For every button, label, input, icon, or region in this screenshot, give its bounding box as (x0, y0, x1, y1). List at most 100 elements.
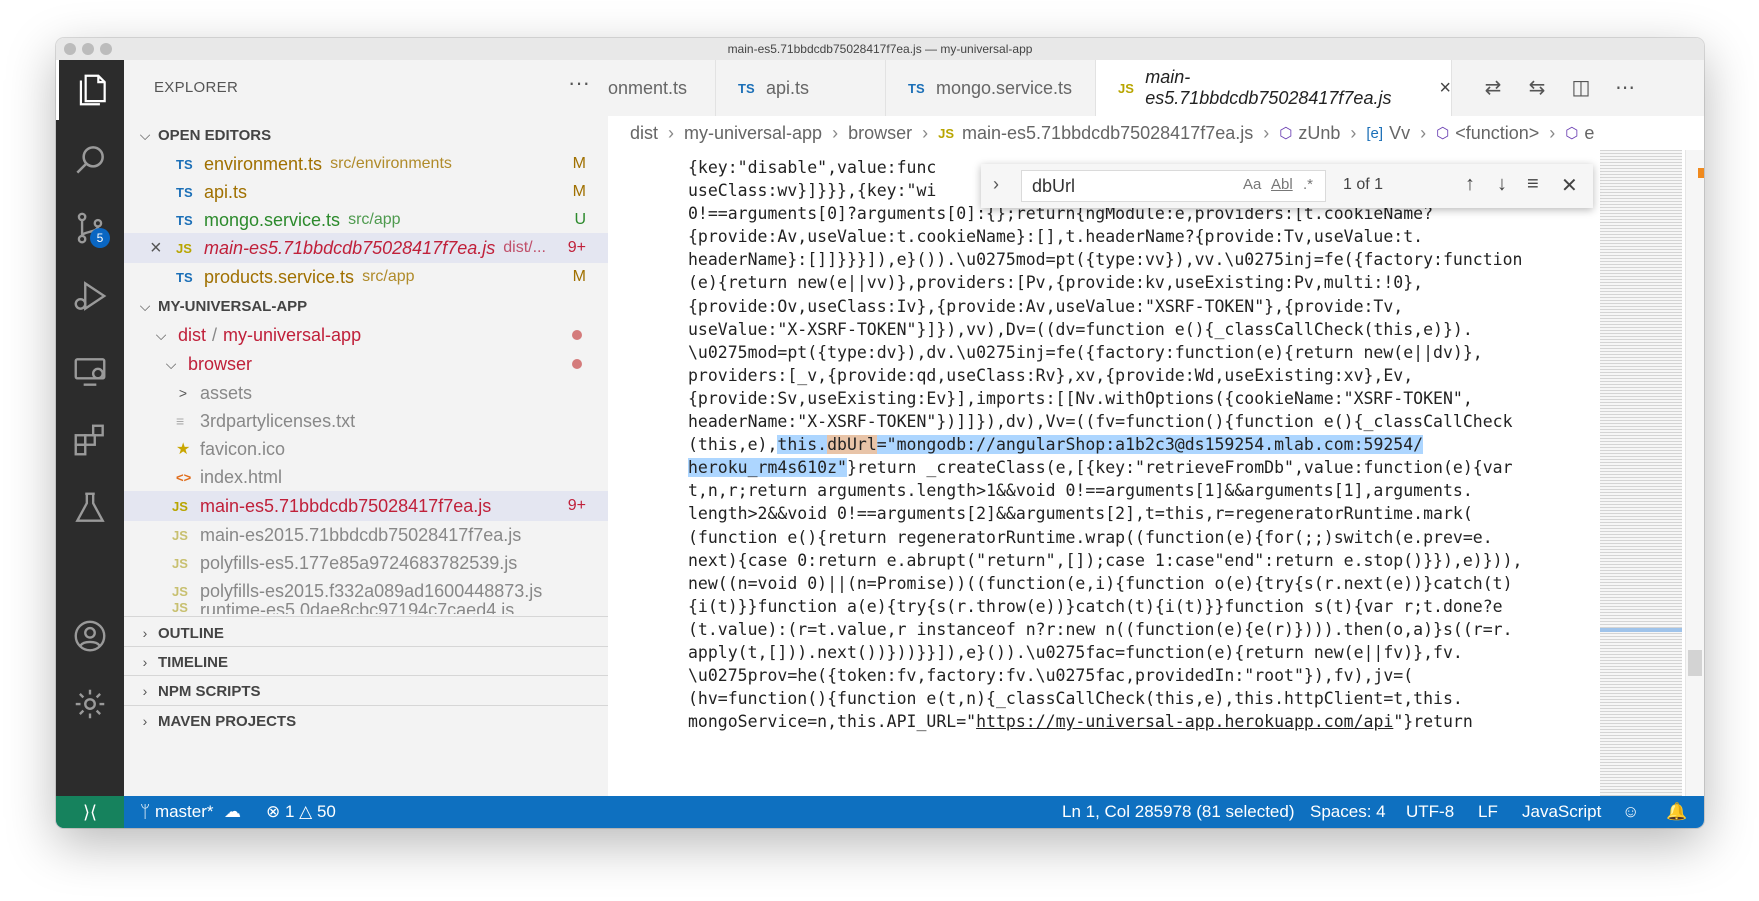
folder-browser[interactable]: ⌵ browser (124, 349, 608, 379)
regex-toggle[interactable]: .* (1303, 176, 1313, 193)
explorer-more-button[interactable]: ··· (568, 70, 590, 96)
remote-icon: ⟩⟨ (82, 801, 98, 822)
outline-section[interactable]: › OUTLINE (124, 618, 608, 648)
match-count: 1 of 1 (1343, 176, 1384, 193)
npm-scripts-section[interactable]: › NPM SCRIPTS (124, 676, 608, 706)
branch-status[interactable]: ᛘ master* (140, 802, 214, 822)
breadcrumb-item[interactable]: my-universal-app (684, 123, 822, 144)
warning-icon: △ (299, 802, 317, 821)
find-in-selection-icon[interactable]: ≡ (1527, 173, 1539, 196)
workspace-section[interactable]: ⌵ MY-UNIVERSAL-APP (124, 291, 608, 321)
code-line: \u0275mod=pt({type:dv}),dv.\u0275inj=fe(… (688, 342, 1483, 362)
open-editor-item[interactable]: TS mongo.service.ts src/app U (124, 205, 608, 235)
tab-environment[interactable]: onment.ts (608, 60, 716, 116)
code-line: length>2&&void 0!==arguments[2]&&argumen… (688, 504, 1473, 524)
match-case-toggle[interactable]: Aa (1243, 176, 1261, 193)
find-widget: › dbUrl Aa Abl .* 1 of 1 ↑ ↓ ≡ ✕ (981, 164, 1593, 208)
code-line: headerName}:[]]}}}]),e}()).\u0275mod=pt(… (688, 250, 1523, 270)
tab-api[interactable]: TS api.ts (716, 60, 886, 116)
javascript-icon: JS (176, 240, 192, 256)
typescript-icon: TS (738, 80, 755, 96)
workspace-title: MY-UNIVERSAL-APP (158, 297, 308, 315)
line-ending[interactable]: LF (1478, 802, 1498, 822)
indentation[interactable]: Spaces: 4 (1310, 802, 1386, 822)
file-item[interactable]: JS polyfills-es5.177e85a9724683782539.js (124, 548, 608, 578)
tab-mongo-service[interactable]: TS mongo.service.ts (886, 60, 1096, 116)
code-text: }return _createClass(e,[{key:"retrieveFr… (846, 458, 1513, 478)
scrollbar-thumb[interactable] (1688, 650, 1702, 676)
file-item[interactable]: JS runtime-es5.0dae8cbc97194c7caed4.js (124, 600, 608, 614)
typescript-icon: TS (908, 80, 925, 96)
code-line: {provide:Av,useValue:t.cookieName}:[],t.… (688, 227, 1424, 247)
split-editor-icon[interactable]: ◫ (1566, 72, 1596, 102)
open-editor-item-active[interactable]: × JS main-es5.71bbdcdb75028417f7ea.js di… (124, 233, 608, 263)
breadcrumb-item[interactable]: zUnb (1298, 123, 1340, 144)
explorer-sidebar: EXPLORER ··· ⌵ OPEN EDITORS TS environme… (124, 60, 608, 796)
code-link[interactable]: https://my-universal-app.herokuapp.com/a… (976, 712, 1393, 731)
cursor-position[interactable]: Ln 1, Col 285978 (81 selected) (1062, 802, 1295, 822)
feedback-icon[interactable]: ☺ (1622, 802, 1639, 822)
open-editor-item[interactable]: TS api.ts M (124, 177, 608, 207)
close-icon[interactable]: ✕ (1561, 173, 1578, 198)
file-name: main-es5.71bbdcdb75028417f7ea.js (200, 495, 492, 516)
whole-word-toggle[interactable]: Abl (1271, 176, 1293, 193)
breadcrumb-item[interactable]: <function> (1455, 123, 1539, 144)
open-editor-item[interactable]: TS environment.ts src/environments M (124, 149, 608, 179)
file-name: polyfills-es2015.f332a089ad1600448873.js (200, 580, 543, 601)
open-editor-path: src/environments (330, 155, 452, 172)
run-debug-icon (74, 281, 107, 311)
arrow-down-icon[interactable]: ↓ (1497, 173, 1507, 196)
timeline-section[interactable]: › TIMELINE (124, 647, 608, 677)
code-editor[interactable]: {key:"disable",value:func useClass:wv}]}}… (608, 150, 1704, 796)
chevron-right-icon[interactable]: › (993, 174, 999, 195)
search-activity[interactable] (56, 130, 124, 190)
minimap[interactable] (1600, 150, 1682, 796)
more-actions-icon[interactable]: ⋯ (1610, 72, 1640, 102)
scrollbar-marker (1698, 168, 1704, 178)
explorer-activity[interactable] (56, 60, 124, 120)
chevron-right-icon: › (142, 683, 148, 699)
section-title: MAVEN PROJECTS (158, 712, 297, 730)
file-item[interactable]: JS main-es2015.71bbdcdb75028417f7ea.js (124, 520, 608, 550)
problems-status[interactable]: ⊗ 1 △ 50 (266, 802, 336, 822)
extensions-icon (74, 424, 104, 456)
language-mode[interactable]: JavaScript (1522, 802, 1601, 822)
folder-dist[interactable]: ⌵ dist / my-universal-app (124, 320, 608, 350)
tab-main-es5[interactable]: JS main-es5.71bbdcdb75028417f7ea.js × (1096, 60, 1452, 116)
close-tab-icon[interactable]: × (1439, 77, 1451, 100)
open-editors-section[interactable]: ⌵ OPEN EDITORS (124, 120, 608, 150)
open-changes-icon[interactable]: ⇄ (1478, 72, 1508, 102)
bell-icon[interactable]: 🔔 (1666, 802, 1687, 822)
compare-icon[interactable]: ⇆ (1522, 72, 1552, 102)
source-control-activity[interactable]: 5 (56, 198, 124, 258)
maven-projects-section[interactable]: › MAVEN PROJECTS (124, 706, 608, 736)
extensions-activity[interactable] (56, 410, 124, 470)
accounts-activity[interactable] (56, 606, 124, 666)
sync-icon[interactable]: ☁ (224, 802, 241, 822)
breadcrumb-item[interactable]: browser (848, 123, 912, 144)
folder-assets[interactable]: > assets (124, 378, 608, 408)
testing-activity[interactable] (56, 478, 124, 538)
manage-activity[interactable] (56, 674, 124, 734)
file-item[interactable]: ≡ 3rdpartylicenses.txt (124, 406, 608, 436)
file-item[interactable]: ★ favicon.ico (124, 434, 608, 464)
vertical-scrollbar[interactable] (1685, 150, 1704, 796)
file-item-active[interactable]: JS main-es5.71bbdcdb75028417f7ea.js 9+ (124, 491, 608, 521)
module-icon: ⬡ (1279, 125, 1293, 142)
run-debug-activity[interactable] (56, 266, 124, 326)
modified-flag: M (572, 268, 586, 285)
code-content: {key:"disable",value:func useClass:wv}]}}… (688, 156, 1523, 733)
arrow-up-icon[interactable]: ↑ (1465, 173, 1475, 196)
javascript-icon: JS (172, 555, 188, 571)
breadcrumb-item[interactable]: main-es5.71bbdcdb75028417f7ea.js (962, 123, 1253, 144)
remote-explorer-activity[interactable] (56, 342, 124, 402)
remote-indicator[interactable]: ⟩⟨ (56, 796, 124, 828)
breadcrumb-item[interactable]: dist (630, 123, 658, 144)
close-editor-icon[interactable]: × (150, 237, 176, 260)
file-item[interactable]: <> index.html (124, 462, 608, 492)
breadcrumb-item[interactable]: e (1584, 123, 1594, 144)
encoding[interactable]: UTF-8 (1406, 802, 1454, 822)
open-editor-item[interactable]: TS products.service.ts src/app M (124, 262, 608, 292)
breadcrumb-item[interactable]: Vv (1389, 123, 1410, 144)
error-icon: ⊗ (266, 802, 285, 821)
